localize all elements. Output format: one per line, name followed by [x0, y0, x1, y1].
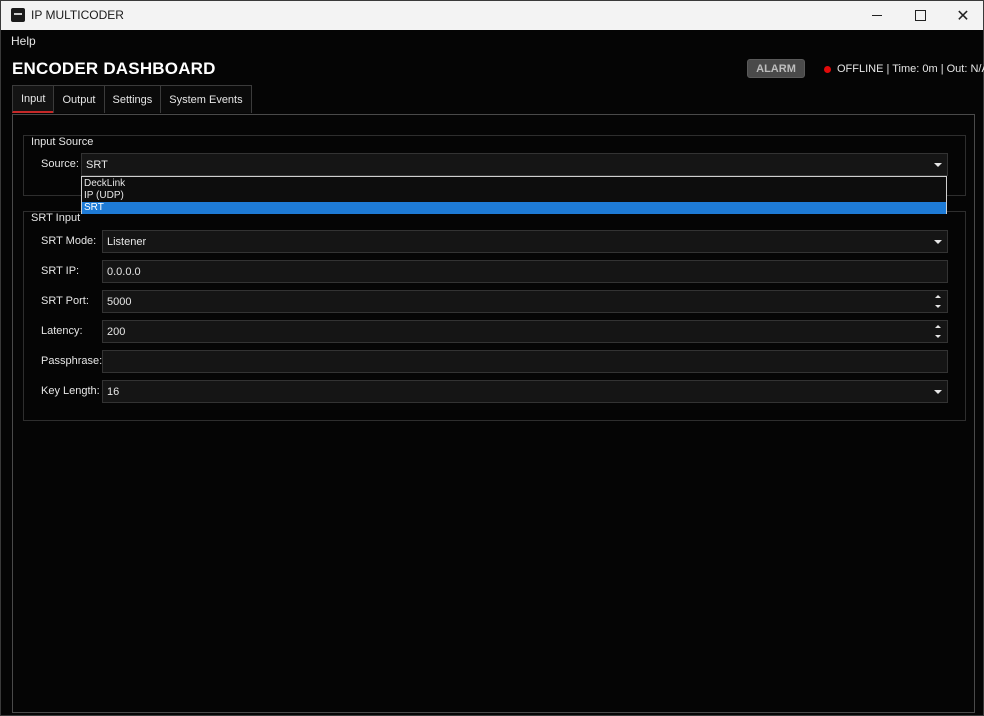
- key-length-value: 16: [107, 385, 120, 398]
- latency-value: 200: [107, 325, 126, 338]
- close-button[interactable]: ✕: [940, 1, 984, 30]
- dropdown-option-srt[interactable]: SRT: [82, 202, 946, 214]
- dropdown-option-decklink[interactable]: DeckLink: [82, 178, 946, 190]
- title-bar: IP MULTICODER ✕: [1, 1, 983, 30]
- spin-up-icon[interactable]: [935, 295, 941, 298]
- srt-mode-select[interactable]: Listener: [102, 230, 948, 253]
- input-source-group-title: Input Source: [30, 136, 95, 148]
- srt-mode-label: SRT Mode:: [41, 235, 97, 247]
- key-length-label: Key Length:: [41, 385, 100, 397]
- source-select-value: SRT: [86, 158, 108, 171]
- source-select[interactable]: SRT: [81, 153, 948, 176]
- spin-up-icon[interactable]: [935, 325, 941, 328]
- srt-ip-value: 0.0.0.0: [107, 265, 141, 278]
- spin-down-icon[interactable]: [935, 335, 941, 338]
- srt-input-group-title: SRT Input: [30, 212, 82, 224]
- chevron-down-icon: [934, 240, 942, 244]
- chevron-down-icon: [934, 163, 942, 167]
- page-title: ENCODER DASHBOARD: [12, 59, 216, 78]
- status-text: OFFLINE | Time: 0m | Out: N/A: [837, 63, 984, 75]
- alarm-button[interactable]: ALARM: [747, 59, 805, 78]
- latency-label: Latency:: [41, 325, 83, 337]
- maximize-icon: [914, 10, 926, 21]
- tab-bar: Input Output Settings System Events: [12, 85, 252, 114]
- menu-bar: Help: [1, 30, 983, 50]
- srt-port-label: SRT Port:: [41, 295, 89, 307]
- srt-mode-value: Listener: [107, 235, 147, 248]
- srt-port-value: 5000: [107, 295, 132, 308]
- minimize-button[interactable]: [854, 1, 900, 30]
- dropdown-option-ip-udp[interactable]: IP (UDP): [82, 190, 946, 202]
- tab-system-events[interactable]: System Events: [160, 85, 252, 113]
- app-window: IP MULTICODER ✕ Help ENCODER DASHBOARD A…: [0, 0, 984, 716]
- maximize-button[interactable]: [897, 1, 943, 30]
- window-title: IP MULTICODER: [31, 8, 124, 22]
- passphrase-label: Passphrase:: [41, 355, 103, 367]
- spin-arrows-icon[interactable]: [935, 294, 943, 309]
- spin-down-icon[interactable]: [935, 305, 941, 308]
- tab-settings[interactable]: Settings: [103, 85, 162, 113]
- spin-arrows-icon[interactable]: [935, 324, 943, 339]
- srt-ip-field[interactable]: 0.0.0.0: [102, 260, 948, 283]
- source-dropdown-list: DeckLink IP (UDP) SRT: [81, 176, 947, 214]
- minimize-icon: [872, 15, 882, 16]
- status-indicator-icon: [824, 66, 831, 73]
- srt-ip-label: SRT IP:: [41, 265, 80, 277]
- srt-port-stepper[interactable]: 5000: [102, 290, 948, 313]
- chevron-down-icon: [934, 390, 942, 394]
- source-label: Source:: [41, 158, 79, 170]
- tab-input[interactable]: Input: [12, 85, 55, 113]
- close-icon: ✕: [956, 5, 970, 25]
- tab-output[interactable]: Output: [53, 85, 105, 113]
- app-icon: [11, 8, 25, 22]
- latency-stepper[interactable]: 200: [102, 320, 948, 343]
- key-length-select[interactable]: 16: [102, 380, 948, 403]
- passphrase-field[interactable]: [102, 350, 948, 373]
- menu-help[interactable]: Help: [11, 34, 36, 48]
